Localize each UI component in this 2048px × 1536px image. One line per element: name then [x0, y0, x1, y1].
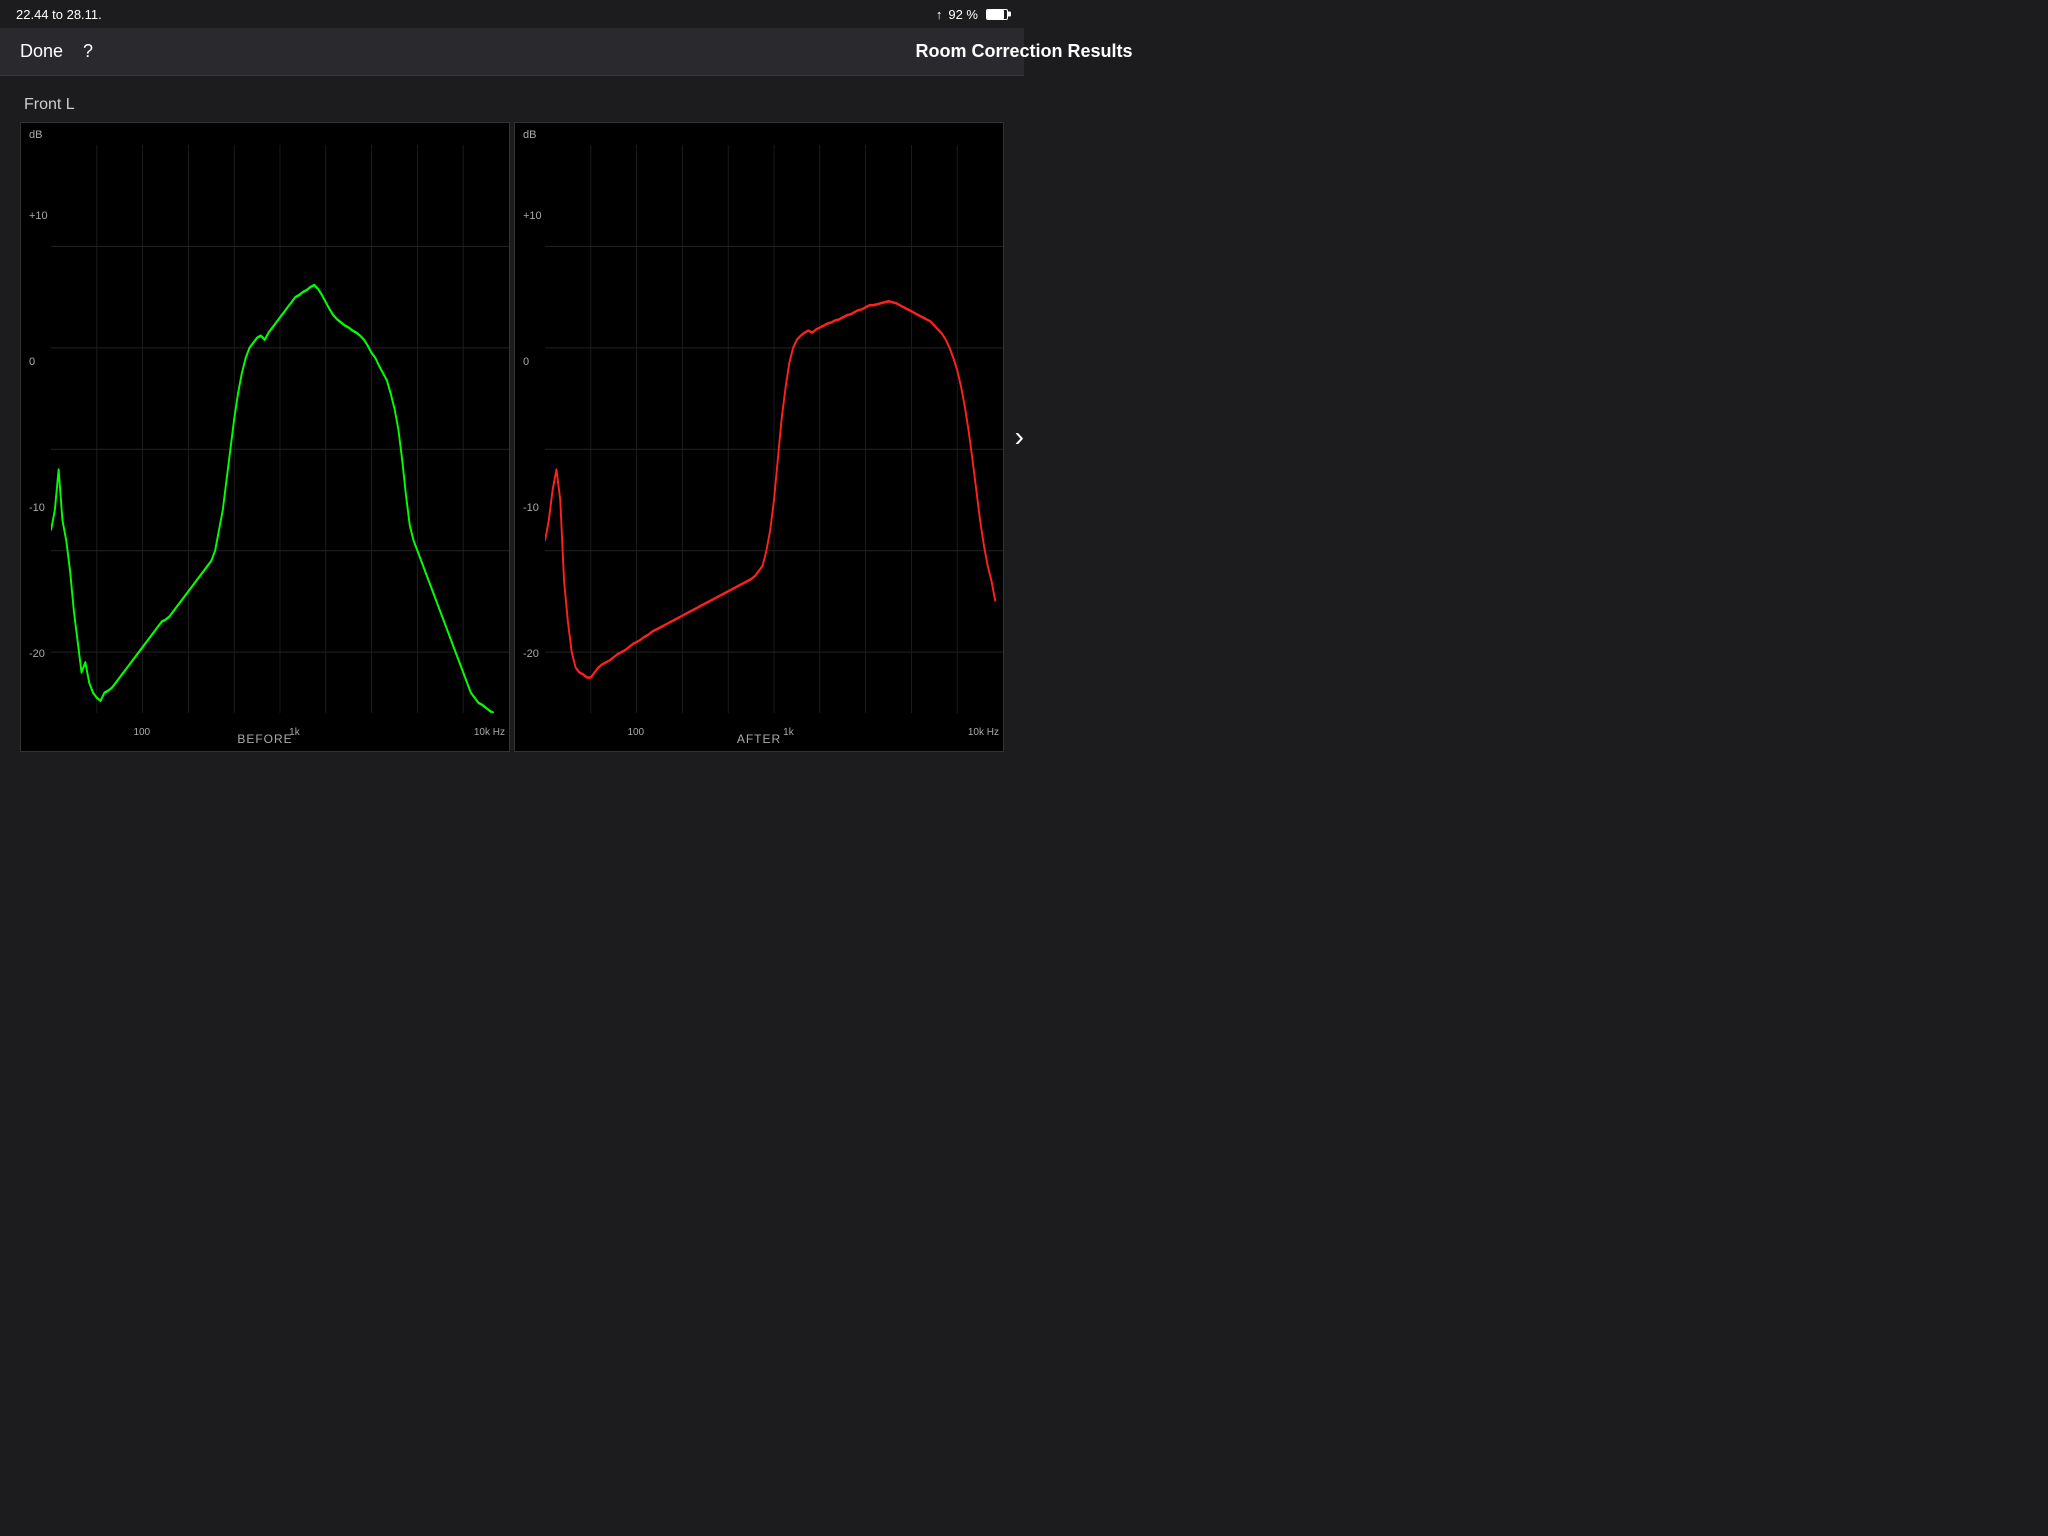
after-chart-bottom: AFTER: [515, 727, 1003, 751]
before-chart-svg: [51, 145, 509, 713]
nav-bar: Done ? Room Correction Results: [0, 28, 1024, 76]
before-chart: dB +10 0 -10 -20: [20, 122, 510, 752]
done-button[interactable]: Done: [20, 41, 63, 62]
main-content: Front L dB +10 0 -10 -20: [0, 76, 1024, 768]
after-y-axis: +10 0 -10 -20: [523, 123, 542, 727]
battery-icon: [986, 9, 1008, 20]
nav-title: Room Correction Results: [915, 41, 1132, 62]
before-y-axis: +10 0 -10 -20: [29, 123, 48, 727]
y-label-minus10-after: -10: [523, 503, 542, 514]
after-caption: AFTER: [737, 732, 781, 746]
y-label-0-before: 0: [29, 357, 48, 368]
wifi-icon: ↑: [936, 7, 943, 22]
after-chart: dB +10 0 -10 -20: [514, 122, 1004, 752]
help-button[interactable]: ?: [83, 41, 93, 62]
y-label-plus10-before: +10: [29, 211, 48, 222]
nav-left-buttons: Done ?: [20, 41, 93, 62]
y-label-minus20-before: -20: [29, 649, 48, 660]
y-label-plus10-after: +10: [523, 211, 542, 222]
y-label-0-after: 0: [523, 357, 542, 368]
charts-container: dB +10 0 -10 -20: [20, 122, 1004, 752]
y-label-minus10-before: -10: [29, 503, 48, 514]
status-time: 22.44 to 28.11.: [16, 7, 102, 22]
battery-level: 92 %: [948, 7, 978, 22]
after-chart-svg: [545, 145, 1003, 713]
status-right: ↑ 92 %: [936, 7, 1008, 22]
speaker-label: Front L: [24, 96, 1004, 114]
status-bar: 22.44 to 28.11. ↑ 92 %: [0, 0, 1024, 28]
before-caption: BEFORE: [237, 732, 292, 746]
y-label-minus20-after: -20: [523, 649, 542, 660]
before-chart-bottom: BEFORE: [21, 727, 509, 751]
next-arrow-button[interactable]: ›: [1015, 421, 1024, 453]
